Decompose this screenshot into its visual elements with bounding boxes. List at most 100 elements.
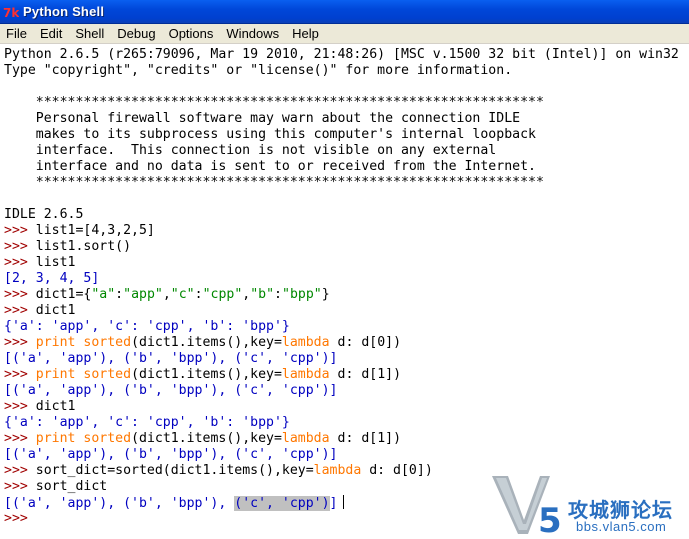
- python-idle-icon: 7k: [3, 4, 19, 20]
- output-text: makes to its subprocess using this compu…: [4, 127, 536, 142]
- code-text: dict1: [35, 303, 76, 318]
- shell-line: [2, 3, 4, 5]: [4, 271, 679, 287]
- keyword-text: print: [35, 431, 76, 446]
- shell-line: >>> sort_dict: [4, 479, 679, 495]
- shell-line: Type "copyright", "credits" or "license(…: [4, 63, 679, 79]
- shell-line: >>> dict1={"a":"app","c":"cpp","b":"bpp"…: [4, 287, 679, 303]
- code-text: :: [274, 287, 282, 302]
- result-text: [('a', 'app'), ('b', 'bpp'), ('c', 'cpp'…: [4, 447, 338, 462]
- output-text: interface and no data is sent to or rece…: [4, 159, 536, 174]
- shell-line: >>> dict1: [4, 303, 679, 319]
- string-literal: "b": [250, 287, 275, 302]
- keyword-text: print: [35, 367, 76, 382]
- code-text: sort_dict: [35, 479, 108, 494]
- prompt-marker: >>>: [4, 399, 36, 414]
- shell-line: IDLE 2.6.5: [4, 207, 679, 223]
- keyword-text: sorted: [83, 335, 132, 350]
- keyword-text: print: [35, 335, 76, 350]
- output-text: Type "copyright", "credits" or "license(…: [4, 63, 513, 78]
- string-literal: "cpp": [202, 287, 243, 302]
- shell-line: ****************************************…: [4, 175, 679, 191]
- title-bar[interactable]: 7k Python Shell: [0, 0, 689, 24]
- code-text: :: [115, 287, 124, 302]
- shell-line: {'a': 'app', 'c': 'cpp', 'b': 'bpp'}: [4, 415, 679, 431]
- shell-line: [('a', 'app'), ('b', 'bpp'), ('c', 'cpp'…: [4, 383, 679, 399]
- shell-line: >>> print sorted(dict1.items(),key=lambd…: [4, 335, 679, 351]
- shell-line: [('a', 'app'), ('b', 'bpp'), ('c', 'cpp'…: [4, 351, 679, 367]
- shell-line: [('a', 'app'), ('b', 'bpp'), ('c', 'cpp'…: [4, 447, 679, 463]
- shell-text-area[interactable]: Python 2.6.5 (r265:79096, Mar 19 2010, 2…: [0, 44, 689, 539]
- shell-line: >>> list1=[4,3,2,5]: [4, 223, 679, 239]
- svg-text:7k: 7k: [3, 6, 19, 19]
- code-text: :: [194, 287, 203, 302]
- shell-line: ****************************************…: [4, 95, 679, 111]
- menu-edit[interactable]: Edit: [34, 26, 69, 41]
- shell-line: >>> print sorted(dict1.items(),key=lambd…: [4, 431, 679, 447]
- keyword-text: lambda: [281, 335, 330, 350]
- watermark-url: bbs.vlan5.com: [576, 519, 667, 534]
- result-text: [('a', 'app'), ('b', 'bpp'), ('c', 'cpp'…: [4, 383, 338, 398]
- prompt-marker: >>>: [4, 511, 36, 526]
- shell-line: interface and no data is sent to or rece…: [4, 159, 679, 175]
- prompt-marker: >>>: [4, 431, 36, 446]
- shell-line: >>> sort_dict=sorted(dict1.items(),key=l…: [4, 463, 679, 479]
- prompt-marker: >>>: [4, 223, 36, 238]
- menu-shell[interactable]: Shell: [69, 26, 111, 41]
- window-title: Python Shell: [23, 4, 105, 19]
- result-text: ]: [329, 496, 338, 511]
- keyword-text: lambda: [281, 367, 330, 382]
- code-text: (dict1.items(),key=: [131, 367, 282, 382]
- menu-options[interactable]: Options: [163, 26, 221, 41]
- code-text: sort_dict=sorted(dict1.items(),key=: [35, 463, 314, 478]
- code-text: list1=[4,3,2,5]: [35, 223, 155, 238]
- shell-line: >>> list1.sort(): [4, 239, 679, 255]
- result-text: {'a': 'app', 'c': 'cpp', 'b': 'bpp'}: [4, 319, 290, 334]
- shell-line: makes to its subprocess using this compu…: [4, 127, 679, 143]
- result-text: [('a', 'app'), ('b', 'bpp'), ('c', 'cpp'…: [4, 351, 338, 366]
- output-text: Python 2.6.5 (r265:79096, Mar 19 2010, 2…: [4, 47, 679, 62]
- prompt-marker: >>>: [4, 303, 36, 318]
- output-text: interface. This connection is not visibl…: [4, 143, 497, 158]
- code-text: (dict1.items(),key=: [131, 335, 282, 350]
- prompt-marker: >>>: [4, 239, 36, 254]
- prompt-marker: >>>: [4, 335, 36, 350]
- shell-line: >>> print sorted(dict1.items(),key=lambd…: [4, 367, 679, 383]
- shell-line: Personal firewall software may warn abou…: [4, 111, 679, 127]
- code-text: list1.sort(): [35, 239, 132, 254]
- keyword-text: sorted: [83, 367, 132, 382]
- shell-output[interactable]: Python 2.6.5 (r265:79096, Mar 19 2010, 2…: [4, 47, 679, 527]
- string-literal: "c": [170, 287, 195, 302]
- code-text: dict1={: [35, 287, 92, 302]
- string-literal: "bpp": [282, 287, 322, 302]
- code-text: d: d[0]): [361, 463, 433, 478]
- code-text: d: d[1]): [329, 367, 402, 382]
- menu-help[interactable]: Help: [286, 26, 326, 41]
- result-text: {'a': 'app', 'c': 'cpp', 'b': 'bpp'}: [4, 415, 290, 430]
- output-text: ****************************************…: [4, 175, 544, 190]
- code-text: d: d[1]): [329, 431, 402, 446]
- code-text: list1: [35, 255, 76, 270]
- keyword-text: sorted: [83, 431, 132, 446]
- prompt-marker: >>>: [4, 367, 36, 382]
- code-text: ,: [162, 287, 171, 302]
- text-cursor: [343, 495, 345, 509]
- prompt-marker: >>>: [4, 463, 36, 478]
- output-text: IDLE 2.6.5: [4, 207, 84, 222]
- keyword-text: lambda: [313, 463, 362, 478]
- code-text: }: [321, 287, 330, 302]
- keyword-text: lambda: [281, 431, 330, 446]
- menu-debug[interactable]: Debug: [111, 26, 162, 41]
- result-text: [('a', 'app'), ('b', 'bpp'),: [4, 496, 235, 511]
- menu-bar: File Edit Shell Debug Options Windows He…: [0, 24, 689, 44]
- menu-windows[interactable]: Windows: [220, 26, 286, 41]
- string-literal: "a": [91, 287, 116, 302]
- shell-line: interface. This connection is not visibl…: [4, 143, 679, 159]
- prompt-marker: >>>: [4, 287, 36, 302]
- result-text: [2, 3, 4, 5]: [4, 271, 100, 286]
- output-text: ****************************************…: [4, 95, 544, 110]
- selected-text: ('c', 'cpp'): [234, 496, 330, 511]
- code-text: dict1: [35, 399, 76, 414]
- menu-file[interactable]: File: [0, 26, 34, 41]
